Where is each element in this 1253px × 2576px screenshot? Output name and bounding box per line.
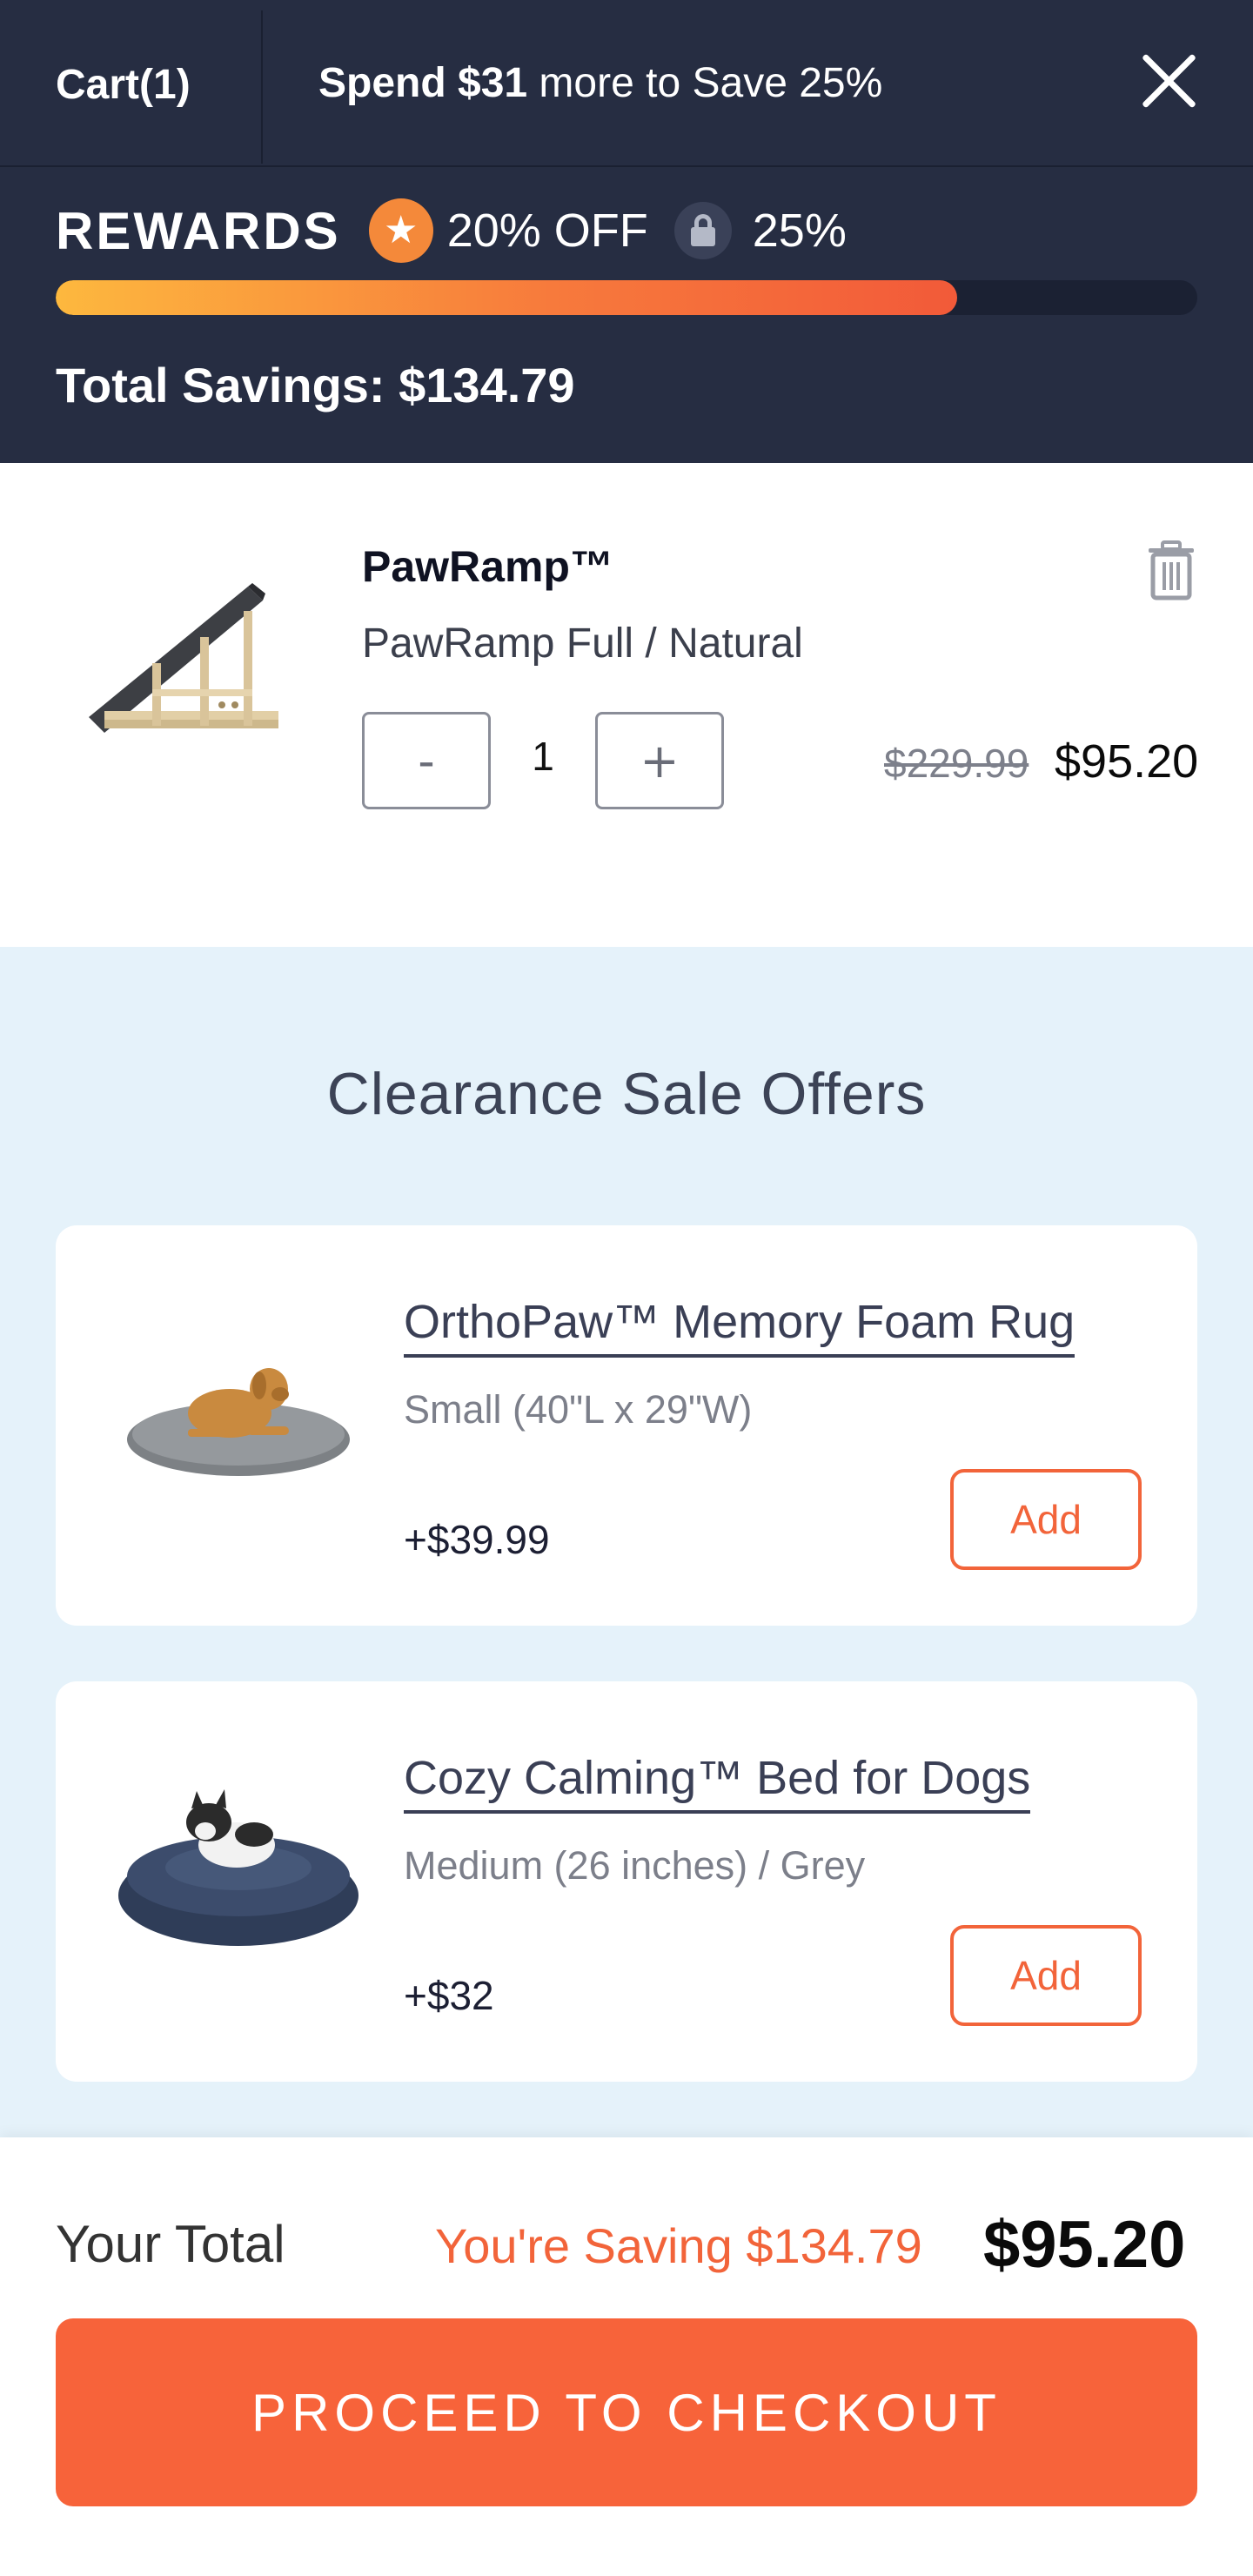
offer-variant: Small (40"L x 29"W)	[404, 1387, 753, 1432]
cart-header: Cart(1) Spend $31 more to Save 25% REWAR…	[0, 0, 1253, 463]
offer-name[interactable]: Cozy Calming™ Bed for Dogs	[404, 1751, 1031, 1814]
spend-rest: more to Save 25%	[527, 60, 883, 106]
product-variant: PawRamp Full / Natural	[362, 621, 803, 667]
calming-bed-image	[118, 1789, 358, 1946]
offers-title: Clearance Sale Offers	[326, 1061, 927, 1127]
sale-price: $95.20	[1055, 735, 1199, 788]
cart-footer: Your Total You're Saving $134.79 $95.20 …	[0, 2137, 1253, 2576]
offer-variant: Medium (26 inches) / Grey	[404, 1843, 866, 1888]
rewards-title: REWARDS	[56, 201, 341, 260]
cart-topbar: Cart(1) Spend $31 more to Save 25%	[0, 0, 1253, 167]
lock-icon	[673, 202, 732, 259]
grand-total: $95.20	[983, 2208, 1186, 2282]
spend-amount: Spend $31	[318, 60, 528, 106]
spend-more-message: Spend $31 more to Save 25%	[318, 59, 882, 107]
star-icon: ★	[368, 198, 433, 263]
offer-price: +$39.99	[404, 1517, 550, 1562]
pawramp-product-image	[89, 583, 278, 733]
original-price: $229.99	[884, 741, 1029, 786]
reward-tier-25: 25%	[752, 205, 847, 257]
total-savings: Total Savings: $134.79	[56, 358, 575, 413]
clearance-offers-section: Clearance Sale Offers OrthoPaw™ Memory F…	[0, 947, 1253, 2137]
cart-line-item: PawRamp™ PawRamp Full / Natural - 1 + $2…	[0, 463, 1253, 947]
add-offer-button[interactable]: Add	[950, 1469, 1142, 1570]
quantity-increase-button[interactable]: +	[595, 712, 724, 809]
offer-card: OrthoPaw™ Memory Foam Rug Small (40"L x …	[56, 1225, 1197, 1626]
trash-icon[interactable]	[1145, 540, 1197, 600]
offer-name[interactable]: OrthoPaw™ Memory Foam Rug	[404, 1295, 1075, 1358]
offer-card: Cozy Calming™ Bed for Dogs Medium (26 in…	[56, 1681, 1197, 2082]
topbar-divider	[261, 10, 263, 164]
checkout-button[interactable]: PROCEED TO CHECKOUT	[56, 2318, 1197, 2506]
quantity-value: 1	[532, 734, 554, 779]
add-offer-button[interactable]: Add	[950, 1925, 1142, 2026]
rewards-progress-fill	[56, 280, 958, 315]
offer-price: +$32	[404, 1973, 494, 2018]
saving-amount: You're Saving $134.79	[435, 2218, 922, 2273]
memory-foam-rug-image	[127, 1368, 350, 1476]
close-icon[interactable]	[1136, 49, 1201, 113]
reward-tier-20: 20% OFF	[446, 205, 648, 257]
cart-title: Cart(1)	[56, 62, 191, 108]
rewards-row: REWARDS ★ 20% OFF 25%	[56, 198, 847, 263]
your-total-label: Your Total	[56, 2215, 285, 2273]
quantity-decrease-button[interactable]: -	[362, 712, 491, 809]
rewards-progress-bar	[56, 280, 1197, 315]
product-name[interactable]: PawRamp™	[362, 541, 613, 592]
